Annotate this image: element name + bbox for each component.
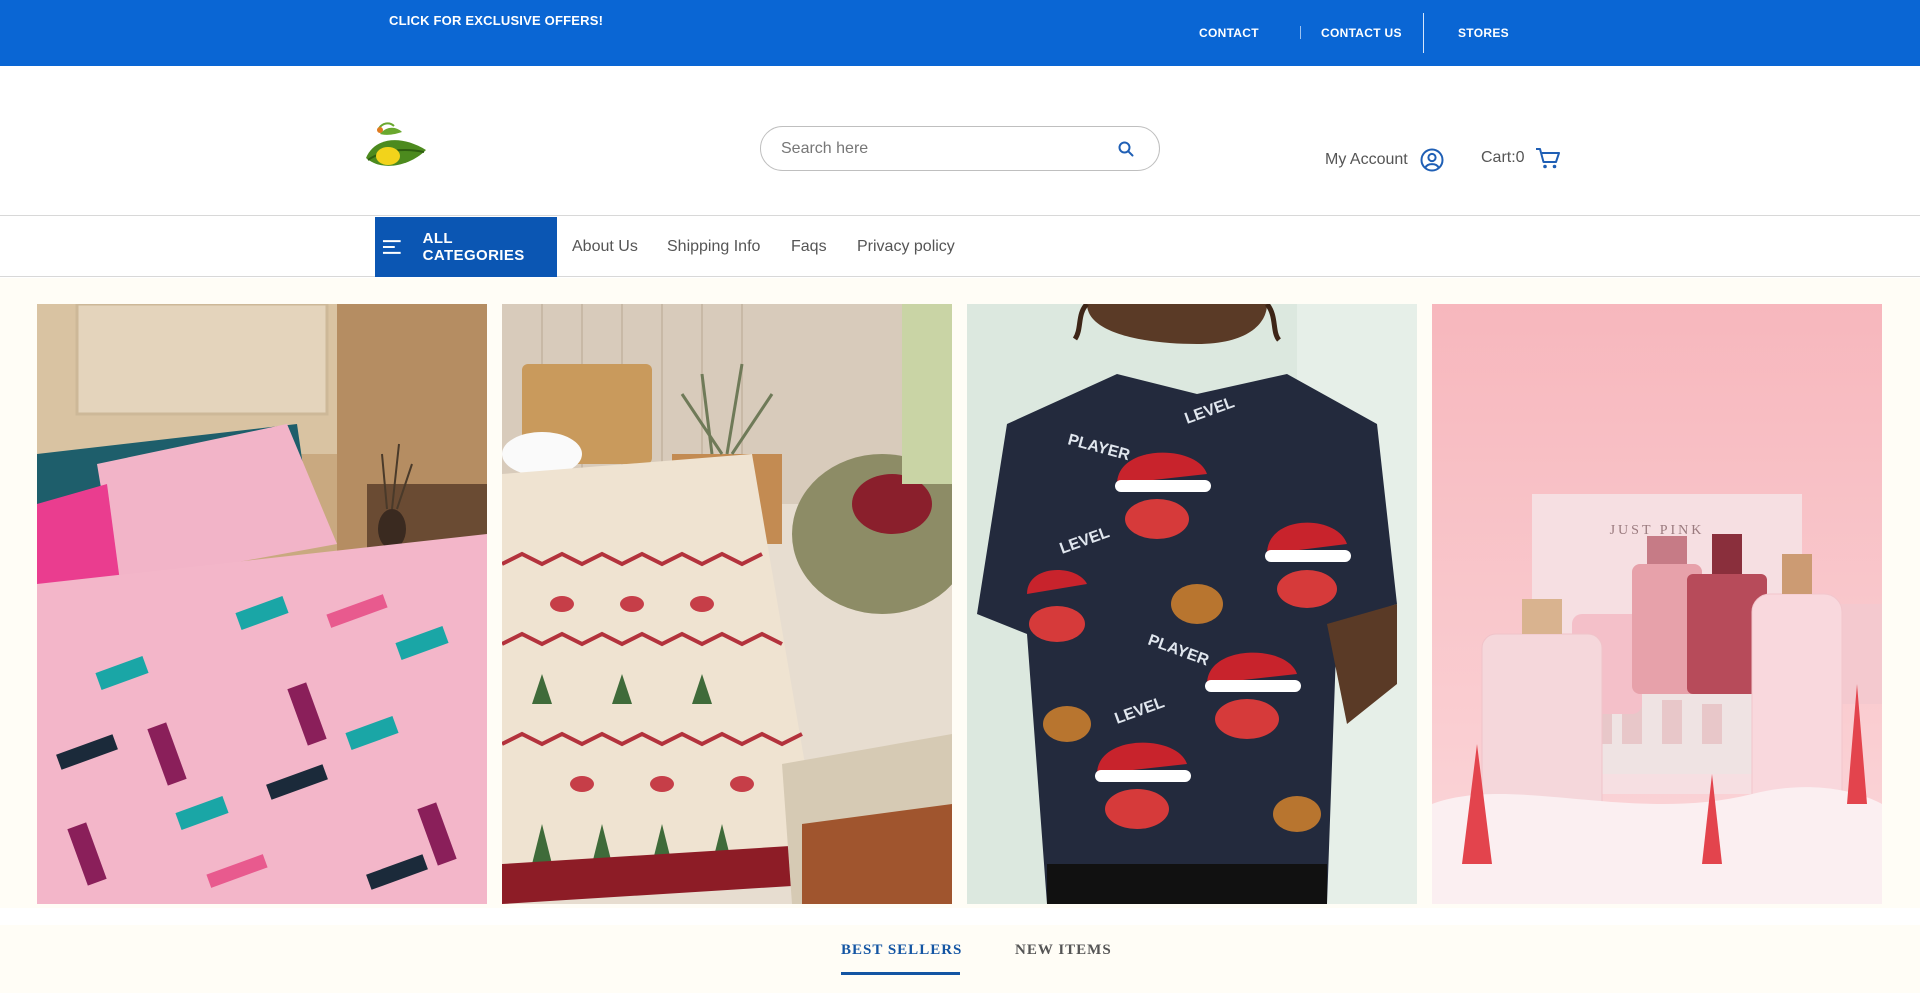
cart-link[interactable]: Cart:0 <box>1481 146 1561 170</box>
promo-banner: LEVEL LEVEL LEVEL PLAYER PLAYER JUST PIN… <box>0 278 1920 908</box>
bedding-fairisle-image <box>502 304 952 904</box>
product-tabs: BEST SELLERS NEW ITEMS <box>0 925 1920 993</box>
fragrance-set-image: JUST PINK <box>1432 304 1882 904</box>
divider <box>1300 26 1301 39</box>
contact-link[interactable]: CONTACT <box>1199 26 1259 40</box>
banner-tile-fragrance-set[interactable]: JUST PINK <box>1432 304 1882 904</box>
tab-new-items[interactable]: NEW ITEMS <box>1015 942 1112 959</box>
cart-label: Cart:0 <box>1481 149 1525 166</box>
divider <box>1423 13 1424 53</box>
all-categories-label: ALL CATEGORIES <box>422 230 525 264</box>
nav-about-us[interactable]: About Us <box>572 238 638 256</box>
menu-icon <box>382 240 401 254</box>
banner-tile-bedding-fairisle[interactable] <box>502 304 952 904</box>
search-input[interactable] <box>781 127 1111 170</box>
contact-us-link[interactable]: CONTACT US <box>1321 26 1402 40</box>
site-header: My Account Cart:0 <box>0 66 1920 216</box>
top-bar: CLICK FOR EXCLUSIVE OFFERS! CONTACT CONT… <box>0 0 1920 66</box>
nav-privacy-policy[interactable]: Privacy policy <box>857 238 955 256</box>
nav-shipping-info[interactable]: Shipping Info <box>667 238 760 256</box>
stores-link[interactable]: STORES <box>1458 26 1509 40</box>
just-pink-brand-text: JUST PINK <box>1610 523 1705 538</box>
search-icon[interactable] <box>1117 140 1135 158</box>
kids-tshirt-image: LEVEL LEVEL LEVEL PLAYER PLAYER <box>967 304 1417 904</box>
banner-tile-kids-tshirt[interactable]: LEVEL LEVEL LEVEL PLAYER PLAYER <box>967 304 1417 904</box>
active-tab-indicator <box>841 972 960 975</box>
banner-tile-bedding-pink[interactable] <box>37 304 487 904</box>
cart-icon <box>1535 148 1560 169</box>
search-bar <box>760 126 1160 171</box>
all-categories-button[interactable]: ALL CATEGORIES <box>375 217 557 277</box>
main-nav: ALL CATEGORIES About Us Shipping Info Fa… <box>0 217 1920 277</box>
tab-best-sellers[interactable]: BEST SELLERS <box>841 942 962 959</box>
leaf-logo-icon[interactable] <box>360 116 430 176</box>
nav-faqs[interactable]: Faqs <box>791 238 827 256</box>
bedding-pink-image <box>37 304 487 904</box>
my-account-link[interactable]: My Account <box>1325 148 1444 172</box>
my-account-label: My Account <box>1325 151 1408 168</box>
user-icon <box>1420 148 1444 172</box>
exclusive-offers-link[interactable]: CLICK FOR EXCLUSIVE OFFERS! <box>389 13 603 28</box>
